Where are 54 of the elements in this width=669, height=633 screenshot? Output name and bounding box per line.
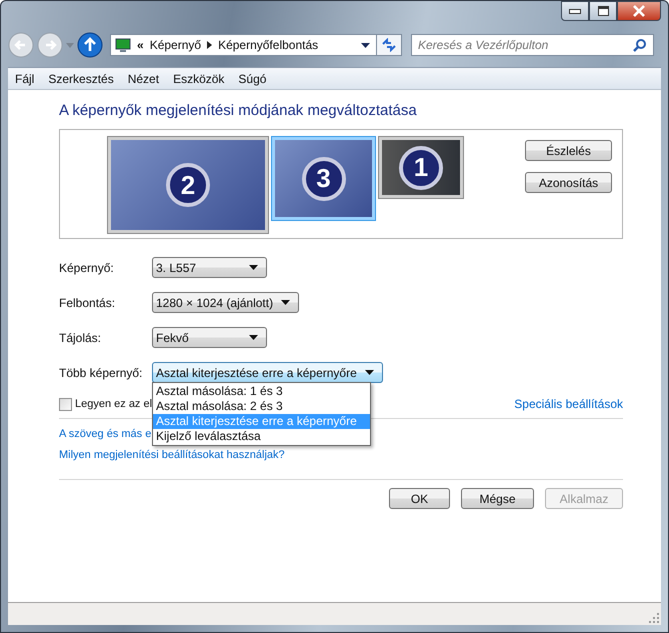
dropdown-arrow-icon [281, 300, 290, 305]
monitor-number: 2 [166, 163, 210, 207]
checkbox-label: Legyen ez az el [75, 398, 152, 410]
dropdown-option[interactable]: Asztal másolása: 2 és 3 [153, 399, 370, 414]
dropdown[interactable]: 3. L557 [152, 257, 267, 278]
menu-item[interactable]: Nézet [120, 72, 166, 86]
back-button[interactable] [8, 32, 34, 58]
dropdown[interactable]: Asztal kiterjesztése erre a képernyőre [152, 362, 383, 383]
side-button[interactable]: Észlelés [525, 140, 612, 161]
checkbox[interactable] [59, 398, 72, 410]
dropdown-option[interactable]: Kijelző leválasztása [153, 429, 370, 444]
help-link[interactable]: Milyen megjelenítési beállításokat használjak? [59, 449, 285, 461]
dropdown[interactable]: Fekvő [152, 327, 267, 348]
overflow-chevron[interactable]: « [137, 38, 144, 52]
up-button[interactable] [77, 32, 103, 58]
forward-button[interactable] [37, 32, 63, 58]
dialog-button[interactable]: Mégse [461, 488, 534, 509]
dropdown-arrow-icon [364, 370, 374, 375]
chevron-icon[interactable] [207, 41, 212, 49]
monitor-thumbnail[interactable]: 3 [272, 137, 375, 220]
advanced-settings-link[interactable]: Speciális beállítások [514, 397, 623, 411]
maximize-button[interactable] [589, 1, 617, 21]
address-bar[interactable]: « Képernyő Képernyőfelbontás [110, 34, 402, 56]
field-label: Több képernyő: [59, 366, 144, 380]
dropdown[interactable]: 1280 × 1024 (ajánlott) [152, 292, 300, 313]
menu-item[interactable]: Eszközök [166, 72, 232, 86]
breadcrumb[interactable]: Képernyőfelbontás [218, 38, 318, 52]
dialog-button[interactable]: OK [389, 488, 450, 509]
close-button[interactable] [617, 1, 661, 21]
field-label: Tájolás: [59, 330, 102, 344]
dropdown-arrow-icon [249, 265, 258, 270]
search-icon [633, 38, 647, 52]
close-icon[interactable] [632, 5, 646, 17]
help-link[interactable]: A szöveg és más e [59, 428, 152, 440]
menu-item[interactable]: Fájl [8, 72, 42, 86]
field-label: Képernyő: [59, 260, 115, 274]
dropdown-arrow-icon[interactable] [361, 42, 370, 48]
field-label: Felbontás: [59, 296, 116, 310]
refresh-button[interactable] [376, 35, 401, 55]
monitor-thumbnail[interactable]: 2 [108, 137, 268, 233]
breadcrumb[interactable]: Képernyő [150, 38, 202, 52]
monitor-icon [115, 38, 131, 52]
dropdown-arrow-icon [249, 335, 258, 340]
monitor-number: 1 [399, 146, 443, 190]
monitor-number: 3 [302, 156, 346, 200]
page-heading: A képernyők megjelenítési módjának megváltoztatása [59, 102, 418, 119]
dropdown-option[interactable]: Asztal másolása: 1 és 3 [153, 384, 370, 399]
minimize-button[interactable] [561, 1, 589, 21]
menu-item[interactable]: Szerkesztés [41, 72, 121, 86]
menu-item[interactable]: Súgó [231, 72, 274, 86]
side-button[interactable]: Azonosítás [525, 172, 612, 193]
search-field[interactable]: Keresés a Vezérlőpulton [411, 34, 654, 56]
monitor-thumbnail[interactable]: 1 [379, 137, 463, 198]
resize-grip-icon[interactable] [649, 613, 659, 623]
